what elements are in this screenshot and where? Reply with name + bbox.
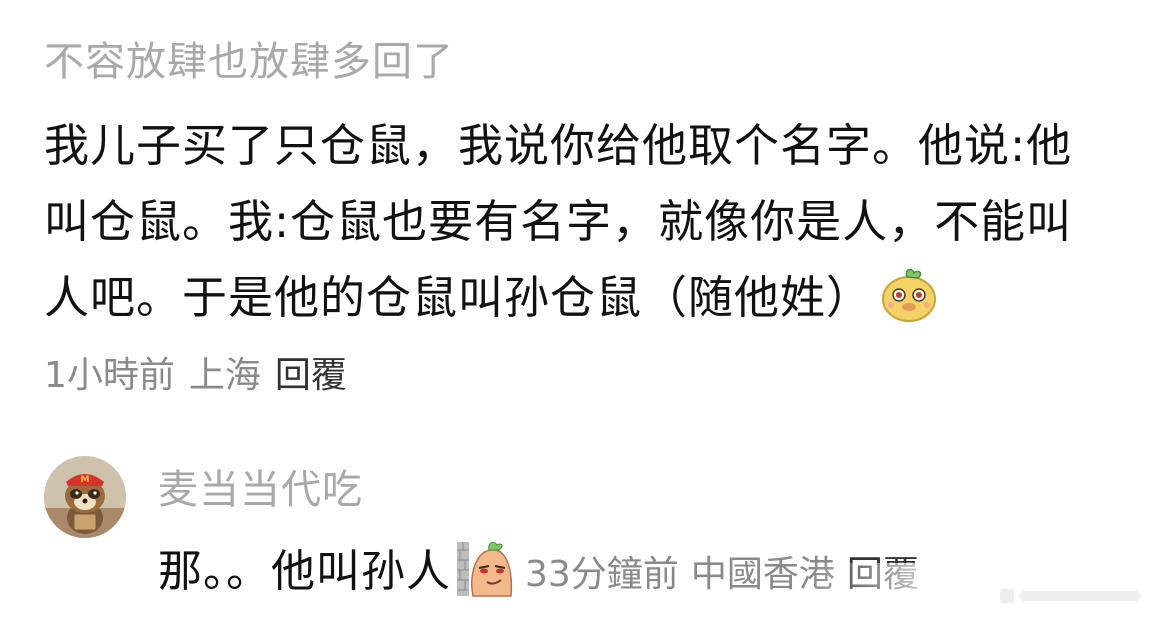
comment-meta: 1小時前 上海 回覆 xyxy=(44,352,1144,400)
reply-time: 33分鐘前 xyxy=(525,554,679,595)
comment: 不容放肆也放肆多回了 我儿子买了只仓鼠，我说你给他取个名字。他说:他 叫仓鼠。我… xyxy=(44,34,1144,400)
watermark-icon xyxy=(1000,589,1140,603)
svg-text:M: M xyxy=(81,475,90,485)
reply-text: 那。。他叫孙人 xyxy=(158,546,451,597)
reply-username[interactable]: 麦当当代吃 xyxy=(158,462,363,518)
watermark-fade xyxy=(810,563,1170,623)
comment-username[interactable]: 不容放肆也放肆多回了 xyxy=(44,34,1144,90)
comment-reply-button[interactable]: 回覆 xyxy=(275,355,347,396)
comment-line-3: 人吧。于是他的仓鼠叫孙仓鼠（随他姓） xyxy=(44,260,1144,336)
comment-location: 上海 xyxy=(188,355,261,396)
comment-time: 1小時前 xyxy=(44,355,175,396)
comment-line-3-text: 人吧。于是他的仓鼠叫孙仓鼠（随他姓） xyxy=(44,271,873,324)
comment-line-2: 叫仓鼠。我:仓鼠也要有名字，就像你是人，不能叫 xyxy=(44,195,1073,248)
yellow-face-emoji-icon xyxy=(882,268,937,322)
comment-content: 我儿子买了只仓鼠，我说你给他取个名字。他说:他 叫仓鼠。我:仓鼠也要有名字，就像… xyxy=(44,108,1144,336)
raccoon-mcdonalds-avatar-icon[interactable]: M xyxy=(44,456,126,538)
comment-line-1: 我儿子买了只仓鼠，我说你给他取个名字。他说:他 xyxy=(44,119,1073,172)
smirking-bean-sticker-icon xyxy=(457,541,513,597)
